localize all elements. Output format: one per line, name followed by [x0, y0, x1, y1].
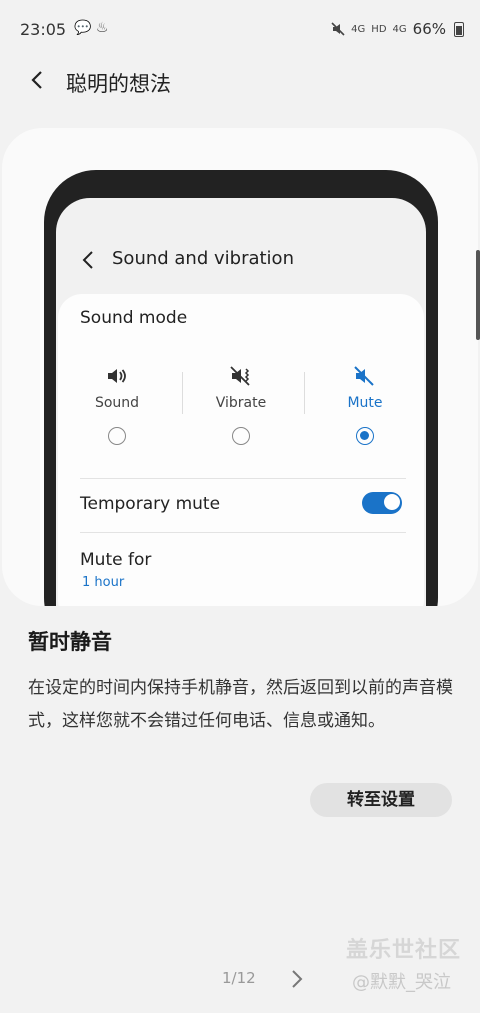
chevron-right-icon[interactable] — [289, 968, 305, 990]
sound-mode-panel: Sound mode Sound Vibrate Mute Temporary … — [58, 294, 424, 606]
wechat-icon: 💬 — [74, 20, 92, 36]
status-right: 4G HD 4G 66% — [331, 20, 464, 38]
mute-for-label: Mute for — [80, 550, 152, 570]
sound-mode-title: Sound mode — [80, 308, 188, 328]
divider — [80, 478, 406, 479]
battery-percent: 66% — [412, 20, 446, 38]
vibrate-icon — [230, 366, 250, 386]
status-time: 23:05 — [20, 20, 67, 39]
speaker-icon — [108, 369, 126, 383]
page-indicator: 1/12 — [222, 969, 256, 987]
illustration-card: Sound and vibration Sound mode Sound Vib… — [2, 128, 478, 606]
notification-icon: ♨ — [95, 20, 109, 36]
mode-label: Sound — [94, 395, 140, 411]
radio-sound — [108, 427, 126, 445]
signal-4g-icon: 4G — [351, 23, 366, 35]
divider — [80, 532, 406, 533]
mode-label: Mute — [347, 395, 383, 411]
status-bar: 23:05 💬 ♨ 4G HD 4G 66% — [0, 0, 480, 60]
go-to-settings-button[interactable]: 转至设置 — [310, 783, 452, 817]
battery-icon — [454, 21, 464, 37]
page-title: 聪明的想法 — [66, 72, 171, 96]
mute-icon — [354, 366, 374, 386]
temporary-mute-toggle — [362, 492, 402, 514]
mode-vibrate: Vibrate — [186, 364, 296, 445]
watermark-logo: 盖乐世社区 — [346, 938, 462, 963]
back-arrow-icon — [82, 251, 93, 269]
hd-icon: HD — [371, 23, 387, 35]
scrollbar[interactable] — [476, 250, 480, 340]
header: 聪明的想法 — [0, 60, 480, 104]
mute-for-value: 1 hour — [82, 575, 125, 590]
mute-icon — [331, 22, 345, 36]
divider — [304, 372, 305, 414]
mode-sound: Sound — [62, 364, 172, 445]
radio-vibrate — [232, 427, 250, 445]
divider — [182, 372, 183, 414]
watermark-user: @默默_哭泣 — [352, 972, 451, 993]
tip-body: 在设定的时间内保持手机静音，然后返回到以前的声音模式，这样您就不会错过任何电话、… — [28, 678, 453, 731]
mode-mute: Mute — [310, 364, 420, 445]
phone-illustration: Sound and vibration Sound mode Sound Vib… — [44, 170, 438, 606]
temporary-mute-label: Temporary mute — [80, 494, 221, 514]
screen-header: Sound and vibration — [56, 242, 426, 282]
phone-screen: Sound and vibration Sound mode Sound Vib… — [56, 198, 426, 606]
mode-label: Vibrate — [215, 395, 267, 411]
radio-mute — [356, 427, 374, 445]
tip-title: 暂时静音 — [28, 630, 112, 654]
notification-icons: 💬 ♨ — [74, 20, 108, 36]
back-arrow-icon[interactable] — [26, 68, 50, 92]
screen-title: Sound and vibration — [112, 248, 294, 269]
signal-4g-icon: 4G — [392, 23, 407, 35]
